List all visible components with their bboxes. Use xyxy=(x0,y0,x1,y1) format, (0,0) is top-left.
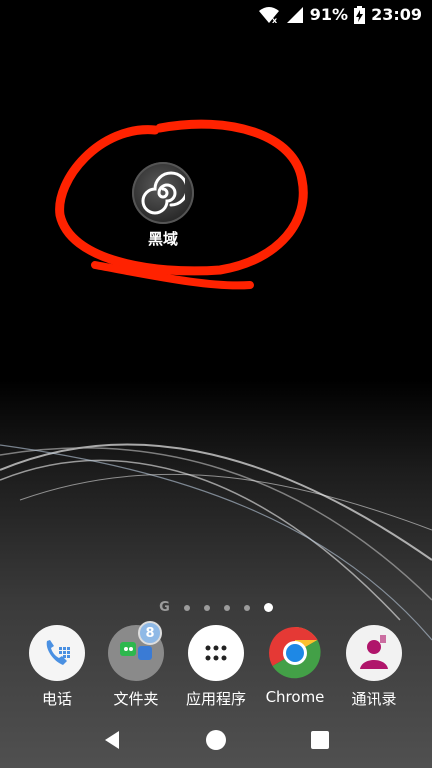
dock-contacts[interactable]: 通讯录 xyxy=(334,625,414,709)
page-dot-active xyxy=(263,603,273,612)
dock-label: Chrome xyxy=(265,688,325,706)
dock-chrome[interactable]: Chrome xyxy=(255,625,335,706)
back-icon xyxy=(105,731,119,749)
wifi-icon: x xyxy=(258,6,280,24)
spiral-icon xyxy=(132,162,194,224)
clock: 23:09 xyxy=(371,5,422,24)
back-button[interactable] xyxy=(92,720,132,760)
contacts-icon xyxy=(346,625,402,681)
svg-text:x: x xyxy=(272,16,278,24)
chrome-icon xyxy=(267,625,323,681)
home-icon xyxy=(206,730,226,750)
battery-percent: 91% xyxy=(309,5,349,24)
home-button[interactable] xyxy=(196,720,236,760)
battery-charging-icon xyxy=(354,5,366,24)
status-bar: x 91% 23:09 xyxy=(0,0,432,30)
dock-label: 电话 xyxy=(41,690,72,708)
page-dot xyxy=(223,604,230,611)
google-page-indicator: G xyxy=(159,600,170,615)
dock-label: 应用程序 xyxy=(185,690,246,708)
notification-badge: 8 xyxy=(138,621,162,645)
page-dot xyxy=(183,604,190,611)
dock-label: 通讯录 xyxy=(351,690,397,708)
dock: 电话 8 文件夹 应用程序 Chrome 通讯录 xyxy=(0,621,432,710)
dock-folder[interactable]: 8 文件夹 xyxy=(96,621,176,709)
dock-phone[interactable]: 电话 xyxy=(17,625,97,709)
dock-apps[interactable]: 应用程序 xyxy=(176,625,256,709)
app-heiyu[interactable]: 黑域 xyxy=(131,162,195,249)
dock-label: 文件夹 xyxy=(113,690,159,708)
page-indicator[interactable]: G xyxy=(0,600,432,615)
page-dot xyxy=(203,604,210,611)
app-drawer-icon xyxy=(188,625,244,681)
app-label: 黑域 xyxy=(147,230,178,248)
recents-button[interactable] xyxy=(300,720,340,760)
phone-icon xyxy=(29,625,85,681)
signal-icon xyxy=(286,6,304,24)
recents-icon xyxy=(311,731,329,749)
navigation-bar xyxy=(0,712,432,768)
page-dot xyxy=(243,604,250,611)
